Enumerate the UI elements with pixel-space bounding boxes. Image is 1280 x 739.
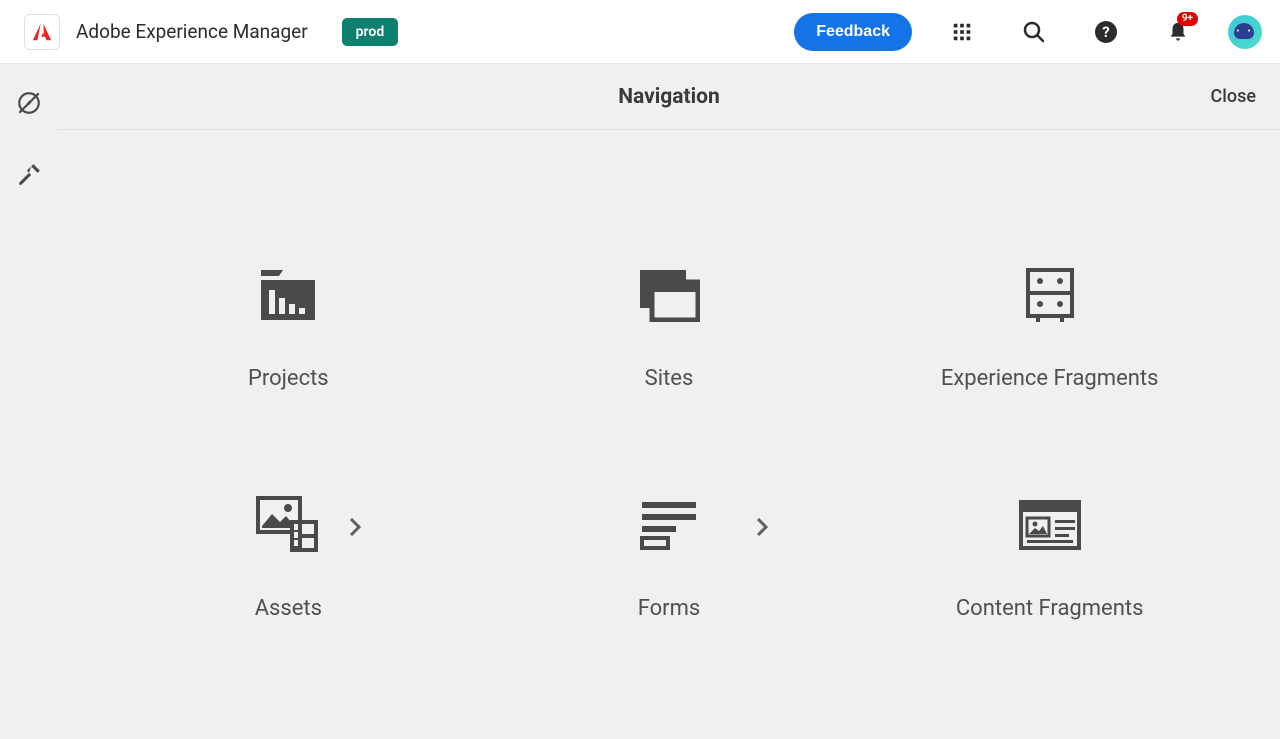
help-icon: ? (1094, 20, 1118, 44)
help-button[interactable]: ? (1084, 10, 1128, 54)
tile-label: Projects (248, 366, 329, 391)
tile-label: Experience Fragments (941, 366, 1159, 391)
adobe-a-icon (31, 21, 53, 43)
chevron-right-icon (348, 516, 362, 542)
tile-experience-fragments[interactable]: Experience Fragments (859, 266, 1240, 496)
adobe-logo[interactable] (24, 14, 60, 50)
assets-icon (256, 496, 320, 554)
forms-icon (640, 496, 698, 554)
notification-badge: 9+ (1177, 12, 1198, 26)
tile-label: Sites (645, 366, 694, 391)
nav-header: Navigation Close (58, 64, 1280, 130)
tile-forms[interactable]: Forms (479, 496, 860, 726)
rail-tools-button[interactable] (10, 156, 48, 194)
hammer-icon (16, 162, 42, 188)
notifications-button[interactable]: 9+ (1156, 10, 1200, 54)
avatar[interactable] (1228, 15, 1262, 49)
tile-label: Assets (255, 596, 322, 621)
tile-assets[interactable]: Assets (98, 496, 479, 726)
tile-content-fragments[interactable]: Content Fragments (859, 496, 1240, 726)
tile-label: Forms (638, 596, 701, 621)
tile-projects[interactable]: Projects (98, 266, 479, 496)
tile-label: Content Fragments (956, 596, 1144, 621)
nav-title: Navigation (618, 85, 720, 109)
search-icon (1022, 20, 1046, 44)
feedback-button[interactable]: Feedback (794, 13, 912, 51)
main-wrap: Navigation Close Projects (0, 64, 1280, 739)
nav-tiles: Projects Sites (58, 130, 1280, 739)
experience-fragments-icon (1026, 266, 1074, 324)
projects-icon (259, 266, 317, 324)
apps-button[interactable] (940, 10, 984, 54)
left-rail (0, 64, 58, 739)
sites-icon (638, 266, 700, 324)
apps-grid-icon (951, 21, 973, 43)
search-button[interactable] (1012, 10, 1056, 54)
svg-text:?: ? (1102, 23, 1109, 41)
close-button[interactable]: Close (1211, 86, 1256, 107)
rail-navigation-button[interactable] (10, 84, 48, 122)
content-fragments-icon (1019, 496, 1081, 554)
env-badge: prod (342, 18, 399, 46)
content-area: Navigation Close Projects (58, 64, 1280, 739)
tile-sites[interactable]: Sites (479, 266, 860, 496)
chevron-right-icon (755, 516, 769, 542)
app-title: Adobe Experience Manager (76, 20, 308, 43)
compass-icon (16, 90, 42, 116)
top-header: Adobe Experience Manager prod Feedback ? (0, 0, 1280, 64)
